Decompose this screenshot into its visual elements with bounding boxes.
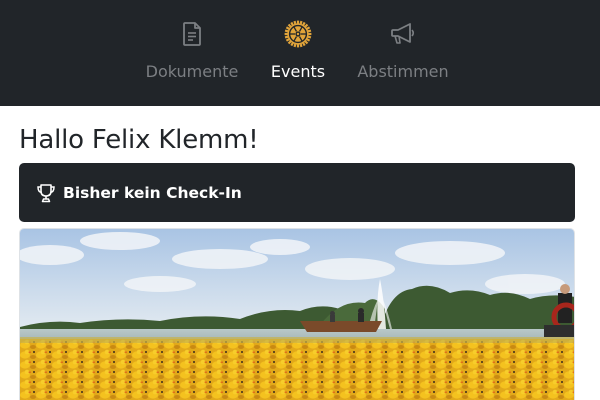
nav-label-abstimmen: Abstimmen	[357, 62, 449, 81]
checkin-status-card[interactable]: Bisher kein Check-In	[19, 163, 575, 222]
trophy-icon	[36, 183, 56, 203]
rotary-wheel-icon	[284, 20, 312, 48]
nav-item-abstimmen[interactable]: Abstimmen	[356, 20, 450, 90]
nav-item-dokumente[interactable]: Dokumente	[146, 20, 238, 90]
checkin-status-text: Bisher kein Check-In	[63, 183, 242, 202]
nav-label-events: Events	[270, 62, 326, 81]
greeting-heading: Hallo Felix Klemm!	[19, 125, 259, 155]
event-image-card[interactable]	[19, 228, 575, 400]
photo-rubber-ducks	[20, 339, 574, 400]
nav-label-dokumente: Dokumente	[145, 62, 239, 81]
megaphone-icon	[389, 20, 417, 48]
nav-item-events[interactable]: Events	[268, 20, 328, 90]
document-icon	[178, 20, 206, 48]
top-navigation: Dokumente Events Abstimmen	[0, 0, 600, 106]
rubber-duck-race-photo	[20, 229, 574, 400]
